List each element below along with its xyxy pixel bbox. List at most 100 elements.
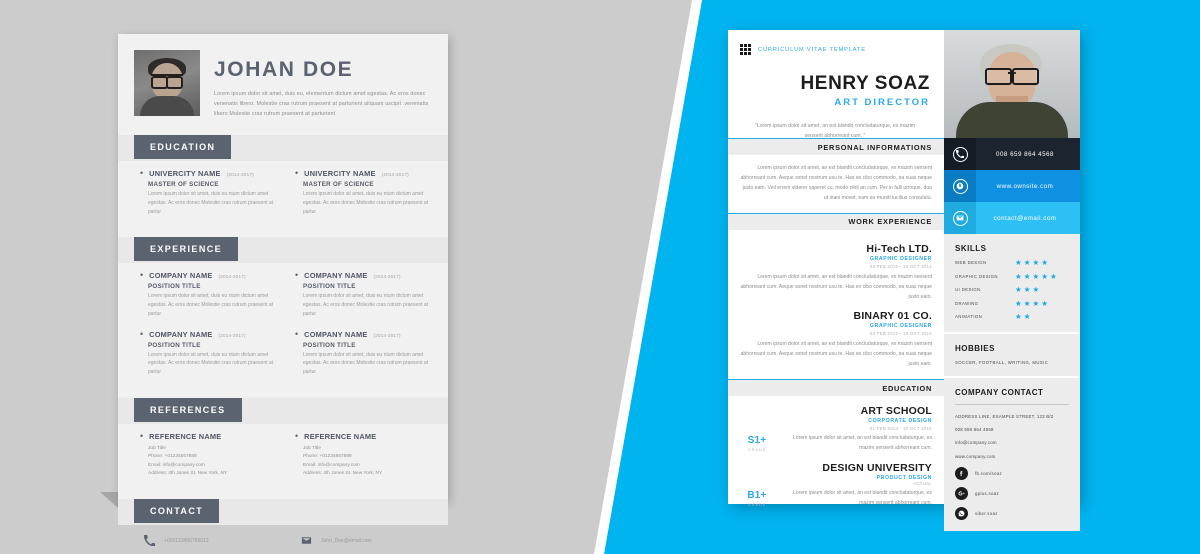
contact-bar-text: 008 659 864 4568: [996, 150, 1054, 158]
right-quote: "Lorem ipsum dolor sit amet, an est blan…: [754, 123, 916, 139]
envelope-icon: [301, 535, 312, 546]
school-date: 01 FEB 2014 - 10 OCT 2016: [869, 426, 932, 432]
right-header: CURRICULUM VITAE TEMPLATE HENRY SOAZ ART…: [728, 30, 944, 139]
entry-date: (2014-2017): [218, 332, 246, 338]
bullet-icon: •: [140, 168, 144, 178]
left-resume-card: JOHAN DOE Lorem ipsum dolor sit amet, du…: [118, 34, 448, 547]
work-experience-body: Hi-Tech LTD. GRAPHIC DESIGNER 03 FEB 201…: [728, 230, 944, 380]
entry-date: (2014-2017): [218, 274, 246, 280]
company-website: www.company.com: [955, 453, 996, 459]
contact-row[interactable]: John_Doe@email.com: [301, 535, 432, 546]
star-icon: ★: [1041, 258, 1048, 267]
school-text: Lorem ipsum dolor sit amet, an est bland…: [792, 435, 932, 452]
entry-text: Lorem ipsum dolor sit amet, duis eu ntum…: [148, 351, 274, 376]
job-text: Lorem ipsum dolor sit amet, an est bland…: [740, 273, 932, 300]
entry-date: (2014-2017): [373, 332, 401, 338]
entry-text: Lorem ipsum dolor sit amet, duis eu ntum…: [303, 191, 429, 215]
education-body: ART SCHOOL CORPORATE DESIGN 01 FEB 2014 …: [728, 396, 944, 518]
entry-sub: POSITION TITLE: [148, 283, 201, 291]
star-icon: ★: [1032, 258, 1040, 267]
social-row-facebook[interactable]: fb.com/soaz: [955, 467, 1069, 481]
social-row-viber[interactable]: viber.soaz: [955, 507, 1069, 521]
entry-sub: POSITION TITLE: [303, 341, 356, 349]
company-contact-panel: COMPANY CONTACT ADDRESS LINE, EXAMPLE ST…: [944, 375, 1080, 532]
job-entry: BINARY 01 CO. GRAPHIC DESIGNER 03 FEB 20…: [740, 310, 932, 370]
viber-icon: [955, 507, 968, 521]
education-heading: EDUCATION: [728, 379, 944, 397]
reference-email: Email: info@company.com: [303, 462, 360, 468]
entry-text: Lorem ipsum dolor sit amet, duis eu ntum…: [303, 293, 429, 317]
left-references-heading: REFERENCES: [134, 397, 242, 422]
right-portrait-photo: [944, 30, 1080, 138]
bullet-icon: •: [295, 328, 299, 339]
school-text: Lorem ipsum dolor sit amet, an est bland…: [792, 490, 932, 506]
star-icon: ★: [1023, 298, 1031, 308]
experience-entry: • COMPANY NAME (2014-2017) POSITION TITL…: [295, 271, 432, 318]
company-address: ADDRESS LINE, EXAMPLE STREET, 123 B/2: [955, 413, 1054, 419]
left-references-col-1: • REFERENCE NAME Job Title Phone: +01234…: [140, 431, 277, 490]
right-sidebar: 008 659 864 4568 www.ownsite.com contact…: [944, 30, 1080, 532]
company-email: info@company.com: [955, 440, 997, 446]
right-name: HENRY SOAZ: [800, 73, 930, 94]
entry-org: COMPANY NAME: [304, 271, 368, 281]
reference-entry: • REFERENCE NAME Job Title Phone: +01234…: [295, 431, 432, 479]
skill-stars: ★ ★ ★ ★: [1015, 259, 1069, 267]
skill-stars: ★ ★ ★: [1015, 286, 1069, 294]
skill-row: UI DESIGN ★ ★ ★: [955, 286, 1069, 294]
education-entry: • UNIVERCITY NAME (2014-2017) MASTER OF …: [295, 169, 432, 216]
job-company: BINARY 01 CO.: [853, 310, 932, 323]
left-experience-section: EXPERIENCE: [118, 237, 448, 264]
social-row-google-plus[interactable]: gplus.soaz: [955, 487, 1069, 501]
school-name: ART SCHOOL: [860, 405, 932, 418]
hobbies-heading: HOBBIES: [955, 343, 995, 353]
star-icon: ★: [1015, 258, 1022, 267]
grid-icon: [740, 44, 751, 55]
hobbies-panel: HOBBIES SOCCER, FOOTBALL, WRITING, MUSIC: [944, 331, 1080, 376]
left-contact-col-2: John_Doe@email.com @yourusername @yourus…: [301, 535, 432, 554]
bullet-icon: •: [140, 270, 144, 281]
skill-row: ANIMATION ★ ★: [955, 313, 1069, 321]
job-role: GRAPHIC DESIGNER: [869, 323, 932, 330]
left-experience-heading: EXPERIENCE: [134, 237, 239, 262]
divider: [955, 403, 1069, 405]
envelope-icon: [944, 202, 976, 234]
reference-job: Job Title: [303, 445, 321, 451]
education-entry: • UNIVERCITY NAME (2014-2017) MASTER OF …: [140, 169, 277, 216]
school-field: CORPORATE DESIGN: [868, 418, 932, 425]
left-references-columns: • REFERENCE NAME Job Title Phone: +01234…: [118, 422, 448, 490]
skill-stars: ★ ★: [1015, 313, 1069, 321]
job-role: GRAPHIC DESIGNER: [869, 255, 932, 262]
entry-org: COMPANY NAME: [149, 271, 213, 281]
left-experience-columns: • COMPANY NAME (2014-2017) POSITION TITL…: [118, 261, 448, 388]
skills-heading: SKILLS: [955, 244, 987, 253]
contact-bar-phone[interactable]: 008 659 864 4568: [944, 138, 1080, 170]
company-phone: 008 659 864 4568: [955, 426, 994, 432]
star-icon: ★: [1023, 285, 1031, 294]
contact-bar-email[interactable]: contact@email.com: [944, 202, 1080, 234]
contact-bar-website[interactable]: www.ownsite.com: [944, 170, 1080, 202]
contact-row[interactable]: +000123456789012: [144, 535, 275, 547]
left-avatar-photo: [134, 50, 200, 116]
google-plus-icon: [955, 487, 968, 501]
bullet-icon: •: [140, 328, 144, 339]
avatar-glasses-icon: [151, 74, 183, 89]
skill-label: WEB DESIGN: [955, 260, 987, 266]
entry-text: Lorem ipsum dolor sit amet, duis eu ntum…: [303, 351, 429, 376]
skill-label: ANIMATION: [955, 314, 983, 320]
grade-label: GRADE: [747, 447, 767, 453]
entry-date: (2014-2017): [226, 172, 254, 177]
left-header: JOHAN DOE Lorem ipsum dolor sit amet, du…: [118, 34, 448, 125]
star-icon: ★: [1023, 312, 1031, 321]
skill-label: DRAWING: [955, 300, 979, 306]
social-text: viber.soaz: [975, 511, 998, 517]
left-contact-columns: +000123456789012 320 Jones St. New York,…: [118, 523, 448, 554]
grade-label: GRADE: [747, 501, 767, 507]
school-actual: ACTUAL: [913, 481, 932, 487]
entry-org: COMPANY NAME: [149, 329, 213, 339]
reference-job: Job Title: [148, 445, 166, 451]
left-name: JOHAN DOE: [214, 58, 354, 81]
entry-text: Lorem ipsum dolor sit amet, duis eu ntum…: [148, 191, 274, 215]
education-entry: DESIGN UNIVERSITY PRODUCT DESIGN ACTUAL …: [740, 462, 932, 509]
entry-org: UNIVERCITY NAME: [304, 169, 376, 178]
reference-address: Address: 4th Jones St. New York, NY: [148, 470, 228, 476]
